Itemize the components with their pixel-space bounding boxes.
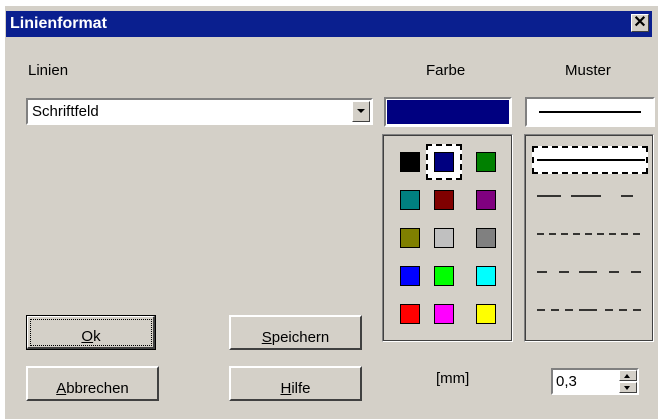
color-swatch[interactable] — [434, 228, 454, 248]
close-icon: ✕ — [633, 14, 647, 31]
abbrechen-button[interactable]: Abbrechen — [26, 366, 159, 401]
decrement-button[interactable] — [619, 382, 637, 393]
current-pattern-line — [539, 111, 641, 113]
color-swatch[interactable] — [400, 266, 420, 286]
chevron-down-icon — [624, 386, 630, 390]
line-width-value: 0,3 — [556, 373, 577, 390]
ok-mnemonic: O — [81, 328, 94, 345]
close-button[interactable]: ✕ — [631, 14, 649, 32]
color-swatch[interactable] — [434, 266, 454, 286]
current-color-fill — [387, 100, 509, 124]
hilfe-label: ilfe — [291, 380, 311, 397]
current-color-preview — [384, 97, 512, 127]
color-swatch[interactable] — [400, 190, 420, 210]
linien-select-value: Schriftfeld — [32, 103, 99, 120]
ok-button[interactable]: Ok — [26, 315, 156, 350]
color-swatch[interactable] — [476, 152, 496, 172]
color-swatch[interactable] — [476, 190, 496, 210]
linien-label: Linien — [28, 62, 69, 79]
pattern-option-dash-long-dash[interactable] — [532, 298, 648, 326]
ok-label: k — [93, 328, 101, 345]
hilfe-mnemonic: H — [280, 380, 292, 397]
title-bar[interactable]: Linienformat ✕ — [6, 11, 652, 37]
chevron-up-icon — [624, 374, 630, 378]
pattern-option-short-dash[interactable] — [532, 222, 648, 250]
abbrechen-label: bbrechen — [66, 380, 129, 397]
window-title: Linienformat — [10, 15, 107, 32]
color-swatch[interactable] — [476, 304, 496, 324]
color-swatch[interactable] — [434, 190, 454, 210]
speichern-button[interactable]: Speichern — [229, 315, 362, 350]
pattern-option-solid[interactable] — [532, 146, 648, 174]
increment-button[interactable] — [619, 370, 637, 381]
color-swatch[interactable] — [434, 152, 454, 172]
current-pattern-preview — [525, 97, 655, 127]
chevron-down-icon — [357, 109, 365, 113]
speichern-mnemonic: S — [261, 329, 272, 346]
farbe-label: Farbe — [426, 62, 466, 79]
color-swatch[interactable] — [400, 228, 420, 248]
muster-label: Muster — [565, 62, 611, 79]
color-swatch[interactable] — [476, 228, 496, 248]
dropdown-button[interactable] — [352, 101, 370, 122]
color-swatch[interactable] — [476, 266, 496, 286]
color-swatch[interactable] — [434, 304, 454, 324]
abbrechen-mnemonic: A — [56, 380, 67, 397]
line-width-stepper[interactable]: 0,3 — [551, 368, 639, 395]
pattern-option-dash-dot[interactable] — [532, 260, 648, 288]
color-swatch[interactable] — [400, 304, 420, 324]
hilfe-button[interactable]: Hilfe — [229, 366, 362, 401]
linien-select[interactable]: Schriftfeld — [26, 98, 373, 125]
color-palette — [382, 134, 513, 342]
pattern-list — [524, 134, 654, 342]
color-swatch[interactable] — [400, 152, 420, 172]
speichern-label: peichern — [271, 329, 330, 346]
unit-label: [mm] — [436, 370, 470, 387]
pattern-option-long-dash[interactable] — [532, 184, 648, 212]
